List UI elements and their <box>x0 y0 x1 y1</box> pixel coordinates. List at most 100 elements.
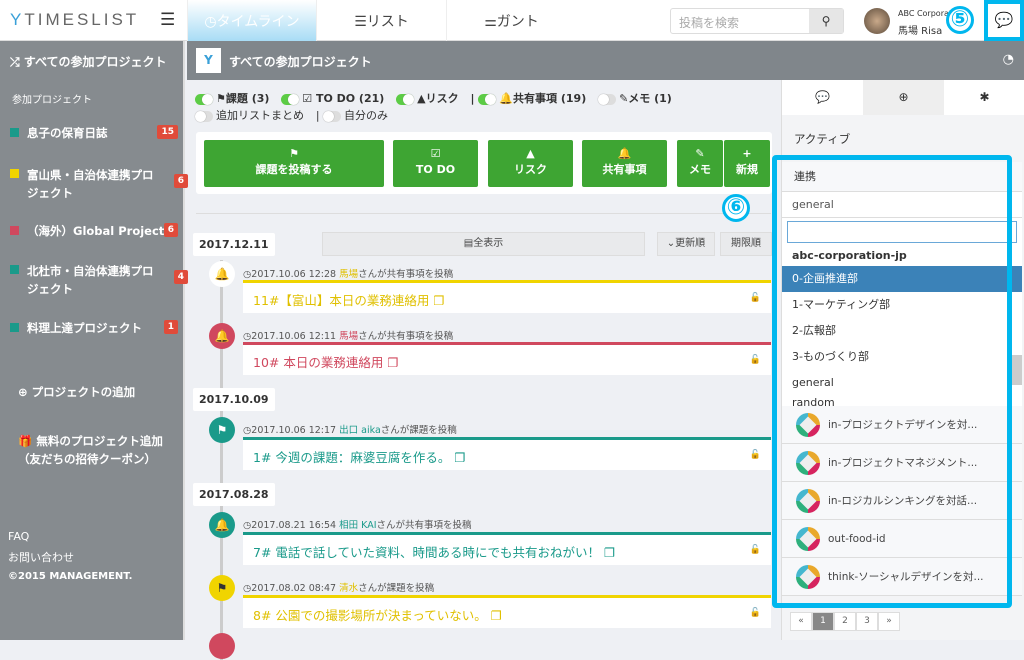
user-link[interactable]: 出口 aika <box>339 425 381 436</box>
filter-todo[interactable]: ☑ TO DO (21) <box>281 92 384 105</box>
count-badge: 1 <box>163 320 178 334</box>
settings-tab-icon[interactable]: ✱ <box>944 80 1024 115</box>
filter-memo[interactable]: ✎メモ (1) <box>598 92 672 105</box>
filter-issue[interactable]: ⚑課題 (3) <box>195 92 269 105</box>
count-badge: 4 <box>173 270 188 284</box>
user-link[interactable]: 清水 <box>339 583 358 594</box>
tab-list[interactable]: ☰リスト <box>316 0 446 41</box>
lock-icon: 🔓 <box>749 545 761 555</box>
divider <box>196 213 771 214</box>
chat-icon[interactable]: 💬 <box>984 0 1024 41</box>
post-card[interactable]: 7# 電話で話していた資料、時間ある時にでも共有おねがい！ ❐ 🔓 <box>243 532 771 565</box>
count-badge: 6 <box>173 174 188 188</box>
warning-icon: ▲ <box>526 147 535 160</box>
top-bar: YTIMESLIST ☰ ◷タイムライン ☰リスト ⚌ガント 投稿を検索 ⚲ AB… <box>0 0 1024 41</box>
add-project-label: プロジェクトの追加 <box>31 385 136 399</box>
dashboard-icon[interactable]: ◔ <box>1003 52 1014 67</box>
show-all-button[interactable]: ▤全表示 <box>322 232 645 256</box>
sort-due-button[interactable]: 期限順 <box>720 232 772 256</box>
highlight-box <box>772 155 1012 608</box>
filter-merge[interactable]: 追加リストまとめ <box>195 109 304 122</box>
chat-tab-icon[interactable]: 💬 <box>782 80 863 115</box>
action-buttons: ⚑ 課題を投稿する ☑ TO DO ▲ リスク 🔔 共有事項 ✎ メモ + 新規 <box>196 132 772 194</box>
filter-mine[interactable]: | 自分のみ <box>316 109 388 122</box>
page-prev[interactable]: « <box>790 612 812 631</box>
sidebar-project[interactable]: 富山県・自治体連携プロジェクト 6 <box>10 166 188 202</box>
project-name: 北杜市・自治体連携プロジェクト <box>27 264 154 296</box>
search-input[interactable]: 投稿を検索 <box>671 9 809 33</box>
count-badge: 6 <box>163 223 178 237</box>
lock-icon: 🔓 <box>749 450 761 460</box>
copy-icon[interactable]: ❐ <box>491 608 502 623</box>
company-name: ABC Corporat <box>898 9 953 18</box>
filter-risk[interactable]: ▲リスク <box>396 92 459 105</box>
todo-button[interactable]: ☑ TO DO <box>393 140 478 187</box>
copyright: ©2015 MANAGEMENT. <box>8 571 133 582</box>
sort-updated-button[interactable]: ⌄更新順 <box>657 232 715 256</box>
tab-gantt[interactable]: ⚌ガント <box>446 0 576 41</box>
faq-link[interactable]: FAQ <box>8 530 29 543</box>
post-issue-button[interactable]: ⚑ 課題を投稿する <box>204 140 384 187</box>
free-project-link[interactable]: 🎁 無料のプロジェクト追加（友だちの招待クーポン） <box>18 432 168 468</box>
contact-link[interactable]: お問い合わせ <box>8 549 74 565</box>
sidebar-project[interactable]: 料理上達プロジェクト 1 <box>10 320 182 336</box>
logo[interactable]: YTIMESLIST <box>10 10 139 30</box>
scrollbar[interactable] <box>1012 355 1022 385</box>
date-label: 2017.12.11 <box>193 233 275 256</box>
bell-icon: 🔔 <box>209 261 235 287</box>
date-label: 2017.10.09 <box>193 388 275 411</box>
copy-icon[interactable]: ❐ <box>454 450 465 465</box>
copy-icon[interactable]: ❐ <box>433 293 444 308</box>
menu-icon[interactable]: ☰ <box>160 10 175 30</box>
lock-icon: 🔓 <box>749 355 761 365</box>
user-link[interactable]: 相田 KAI <box>339 520 376 531</box>
sidebar-project[interactable]: 息子の保育日誌 15 <box>10 125 182 141</box>
post-meta: ◷2017.08.21 16:54 相田 KAIさんが共有事項を投稿 <box>243 520 472 531</box>
user-link[interactable]: 馬場 <box>339 269 358 280</box>
add-project-link[interactable]: ⊕ プロジェクトの追加 <box>18 384 135 400</box>
sidebar: ⤮ すべての参加プロジェクト 参加プロジェクト 息子の保育日誌 15 富山県・自治… <box>0 41 188 640</box>
project-name: 息子の保育日誌 <box>27 126 108 140</box>
section-label: 参加プロジェクト <box>12 95 92 106</box>
sidebar-project[interactable]: 北杜市・自治体連携プロジェクト 4 <box>10 262 188 298</box>
project-name: 富山県・自治体連携プロジェクト <box>27 168 154 200</box>
color-marker <box>10 323 19 332</box>
lock-icon: 🔓 <box>749 608 761 618</box>
count-badge: 15 <box>157 125 178 139</box>
tab-timeline[interactable]: ◷タイムライン <box>187 0 316 41</box>
copy-icon[interactable]: ❐ <box>387 355 398 370</box>
avatar[interactable] <box>864 8 890 34</box>
risk-button[interactable]: ▲ リスク <box>488 140 573 187</box>
sidebar-project[interactable]: （海外）Global Project 6 <box>10 223 182 239</box>
active-label: アクティブ <box>794 132 851 146</box>
color-marker <box>10 128 19 137</box>
sidebar-all-projects[interactable]: ⤮ すべての参加プロジェクト <box>10 53 166 70</box>
filter-shared[interactable]: | 🔔共有事項 (19) <box>470 92 586 105</box>
post-meta: ◷2017.10.06 12:17 出口 aikaさんが課題を投稿 <box>243 425 457 436</box>
page-2[interactable]: 2 <box>834 612 856 631</box>
project-name: 料理上達プロジェクト <box>27 321 142 335</box>
post-card[interactable]: 1# 今週の課題：麻婆豆腐を作る。 ❐ 🔓 <box>243 437 771 470</box>
date-label: 2017.08.28 <box>193 483 275 506</box>
header-title: すべての参加プロジェクト <box>229 55 372 69</box>
lock-icon: 🔓 <box>749 293 761 303</box>
search-icon[interactable]: ⚲ <box>809 9 843 33</box>
new-button[interactable]: + 新規 <box>724 140 770 187</box>
add-tab-icon[interactable]: ⊕ <box>863 80 944 115</box>
user-name[interactable]: 馬場 Risa <box>898 22 942 37</box>
user-link[interactable]: 馬場 <box>339 331 358 342</box>
color-marker <box>10 265 19 274</box>
post-card[interactable]: 11#【富山】本日の業務連絡用 ❐ 🔓 <box>243 280 771 313</box>
color-marker <box>10 169 19 178</box>
page-1[interactable]: 1 <box>812 612 834 631</box>
page-3[interactable]: 3 <box>856 612 878 631</box>
post-card[interactable]: 8# 公園での撮影場所が決まっていない。 ❐ 🔓 <box>243 595 771 628</box>
post-card[interactable]: 10# 本日の業務連絡用 ❐ 🔓 <box>243 342 771 375</box>
shared-button[interactable]: 🔔 共有事項 <box>582 140 667 187</box>
memo-button[interactable]: ✎ メモ <box>677 140 723 187</box>
search-box[interactable]: 投稿を検索 ⚲ <box>670 8 844 34</box>
plus-icon: + <box>742 147 752 160</box>
page-next[interactable]: » <box>878 612 900 631</box>
bell-icon: 🔔 <box>209 512 235 538</box>
copy-icon[interactable]: ❐ <box>604 545 615 560</box>
